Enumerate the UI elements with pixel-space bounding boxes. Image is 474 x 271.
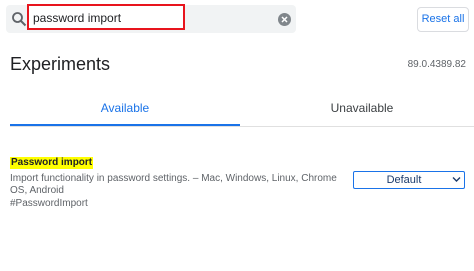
tab-unavailable[interactable]: Unavailable bbox=[250, 94, 474, 126]
select-value: Default bbox=[386, 174, 422, 186]
search-input[interactable] bbox=[33, 8, 178, 28]
experiment-description: Import functionality in password setting… bbox=[10, 173, 337, 196]
page-title: Experiments bbox=[10, 54, 111, 74]
experiment-permalink[interactable]: #PasswordImport bbox=[10, 198, 470, 210]
reset-all-button[interactable]: Reset all bbox=[417, 7, 469, 32]
search-icon bbox=[12, 12, 27, 27]
search-bar-area: Reset all bbox=[0, 0, 474, 40]
version-label: 89.0.4389.82 bbox=[407, 59, 466, 70]
tab-bar: Available Unavailable bbox=[10, 94, 474, 127]
experiment-name: Password import bbox=[10, 157, 94, 169]
tab-available[interactable]: Available bbox=[10, 94, 240, 126]
clear-icon[interactable] bbox=[278, 13, 291, 26]
experiment-state-select[interactable]: Default bbox=[353, 171, 465, 189]
chevron-down-icon bbox=[452, 177, 461, 182]
